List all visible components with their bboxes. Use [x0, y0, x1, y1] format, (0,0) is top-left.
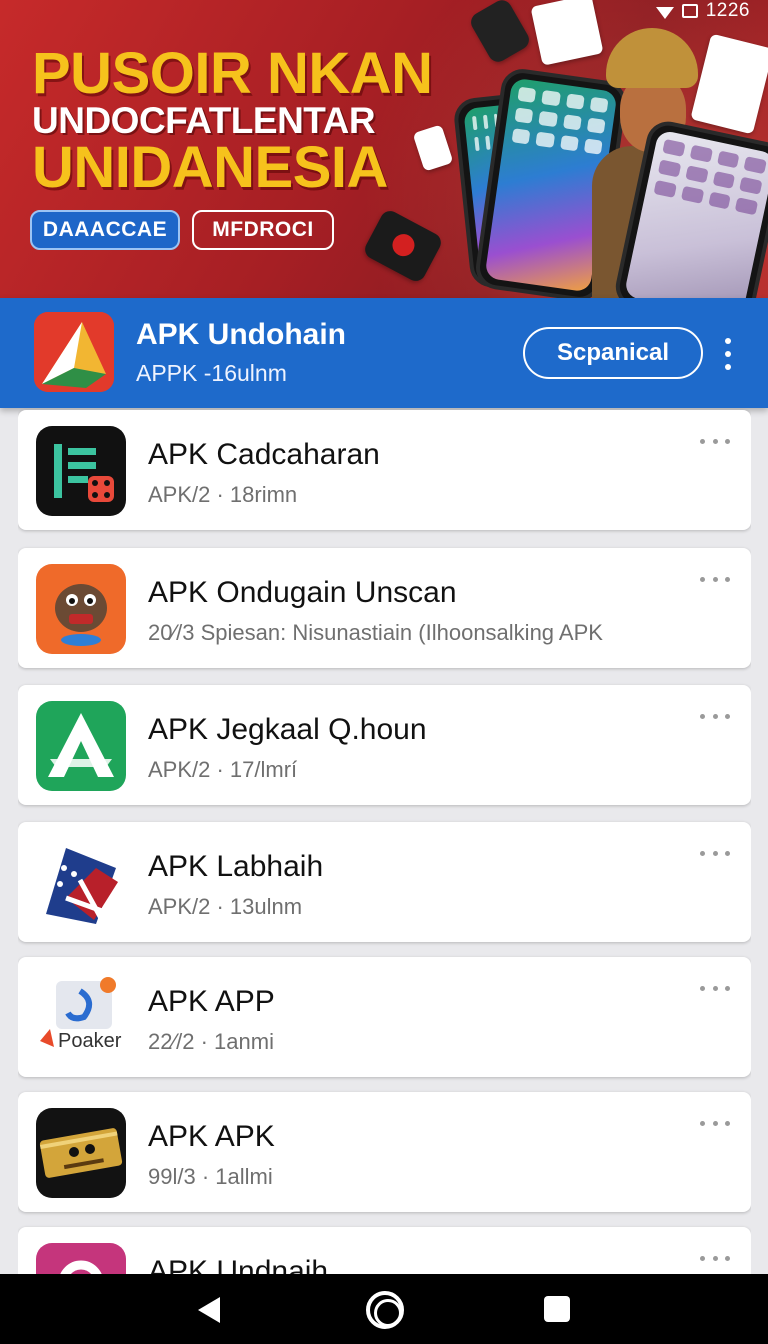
app-meta: 99l/3 · 1allmi	[148, 1164, 273, 1189]
banner-headline-2: UNIDANESIA	[32, 135, 388, 200]
app-meta: APK/2 · 17/lmrí	[148, 757, 298, 782]
app-name: APK Labhaih	[148, 850, 324, 883]
more-options-icon[interactable]	[700, 983, 730, 993]
list-item[interactable]: APK Cadcaharan APK/2 · 18rimn	[18, 410, 751, 530]
more-options-icon[interactable]	[700, 574, 730, 584]
back-icon[interactable]	[198, 1297, 220, 1323]
gold-badge-icon	[36, 1108, 126, 1198]
header-action-button[interactable]: Scpanical	[523, 327, 703, 379]
app-meta: APK/2 · 18rimn	[148, 482, 298, 507]
list-item[interactable]: APK Ondugain Unscan 20⁄/3 Spiesan: Nisun…	[18, 548, 751, 668]
card-decoration	[412, 124, 454, 172]
status-time: 1226	[705, 0, 750, 21]
home-icon[interactable]	[366, 1291, 404, 1329]
app-name: APK APK	[148, 1120, 275, 1153]
app-name: APK Cadcaharan	[148, 438, 380, 471]
battery-icon	[681, 4, 698, 18]
overflow-menu-icon[interactable]	[718, 334, 738, 374]
banner-headline: PUSOIR NKAN	[32, 41, 433, 106]
more-options-icon[interactable]	[700, 436, 730, 446]
phone-card-decoration	[467, 0, 533, 66]
banner-secondary-button[interactable]: MFDROCI	[192, 210, 334, 250]
poaker-icon: Poaker	[36, 973, 126, 1063]
system-navigation-bar	[0, 1274, 768, 1344]
banner-primary-button[interactable]: DAAACCAE	[30, 210, 180, 250]
pink-icon	[36, 1243, 126, 1274]
list-item[interactable]: APK Labhaih APK/2 · 13ulnm	[18, 822, 751, 942]
app-title: APK Undohain	[136, 318, 346, 351]
app-meta: 22⁄/2 · 1anmi	[148, 1029, 274, 1054]
app-name: APK Jegkaal Q.houn	[148, 713, 427, 746]
list-item[interactable]: Poaker APK APP 22⁄/2 · 1anmi	[18, 957, 751, 1077]
app-list: APK Cadcaharan APK/2 · 18rimn APK Onduga…	[18, 408, 751, 1274]
app-meta: 20⁄/3 Spiesan: Nisunastiain (Ilhoonsalki…	[148, 620, 603, 645]
app-logo-icon	[34, 312, 114, 392]
app-name: APK Ondugain Unscan	[148, 576, 457, 609]
more-options-icon[interactable]	[700, 1253, 730, 1263]
more-options-icon[interactable]	[700, 711, 730, 721]
signal-icon	[655, 7, 674, 19]
app-name: APK APP	[148, 985, 275, 1018]
app-meta: APK/2 · 13ulnm	[148, 894, 303, 919]
status-bar: 1226	[655, 0, 750, 22]
list-item[interactable]: APK APK 99l/3 · 1allmi	[18, 1092, 751, 1212]
list-item[interactable]: APK Jegkaal Q.houn APK/2 · 17/lmrí	[18, 685, 751, 805]
app-header: APK Undohain APPK -16ulnm Scpanical	[0, 298, 768, 408]
recent-apps-icon[interactable]	[544, 1296, 570, 1322]
more-options-icon[interactable]	[700, 1118, 730, 1128]
flags-icon	[36, 838, 126, 928]
promo-banner[interactable]: 1226 PUSOIR NKAN UNDOCFATLENTAR UNIDANES…	[0, 0, 768, 298]
app-name: APK Undnaih	[148, 1255, 329, 1274]
green-a-icon	[36, 701, 126, 791]
game-controller-decoration	[361, 207, 445, 285]
app-subtitle: APPK -16ulnm	[136, 360, 287, 386]
list-item[interactable]: APK Undnaih	[18, 1227, 751, 1274]
list-dice-icon	[36, 426, 126, 516]
more-options-icon[interactable]	[700, 848, 730, 858]
monster-icon	[36, 564, 126, 654]
svg-text:Poaker: Poaker	[58, 1030, 122, 1052]
